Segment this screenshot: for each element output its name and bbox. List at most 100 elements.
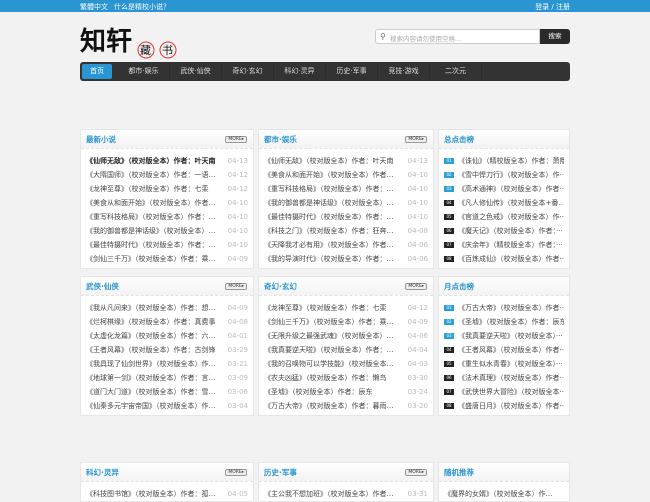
more-button[interactable]: MORE▸: [405, 136, 427, 143]
more-button[interactable]: MORE▸: [225, 283, 247, 290]
list-item[interactable]: 《仙师无敌》（校对版全本）作者：叶天南 04-13: [264, 154, 428, 168]
list-item[interactable]: 《剑仙三千万》（校对版全本）作者：乘风御剑 04-09: [264, 315, 428, 329]
book-link[interactable]: 《法术真理》（校对版全本）作者···: [458, 371, 564, 385]
list-item[interactable]: 《圣墟》（校对版全本）作者：辰东 03-24: [264, 385, 428, 399]
book-link[interactable]: 《大隋国师》（校对版全本）作者：一语破春风: [86, 168, 221, 182]
list-item[interactable]: 《烂柯棋缘》（校对版全本）作者：真费事 04-08: [86, 315, 248, 329]
list-item[interactable]: 《重写科技格局》（校对版全本）作者：江湖··· 04-10: [264, 182, 428, 196]
panel-title[interactable]: 随机推荐: [444, 467, 474, 478]
list-item[interactable]: 《剑仙三千万》（校对版全本）作者：乘风御剑 04-09: [86, 252, 248, 266]
list-item[interactable]: 08 《盛唐日月》（校对版全本）作者···: [444, 399, 564, 413]
more-button[interactable]: MORE▸: [225, 136, 247, 143]
book-link[interactable]: 《道门大门道》（校对版全本）作者：雪清欢: [86, 385, 221, 399]
book-link[interactable]: 《龙神至尊》（校对版全本）作者：七栾: [264, 301, 387, 315]
book-link[interactable]: 《圣墟》（校对版全本）作者：辰东: [458, 315, 564, 329]
list-item[interactable]: 02 《雪中悍刀行》（校对版全本）作···: [444, 168, 564, 182]
panel-title[interactable]: 历史·军事: [264, 467, 297, 478]
book-link[interactable]: 《重写科技格局》（校对版全本）作者：江湖···: [86, 210, 221, 224]
list-item[interactable]: 《仙师无敌》（校对版全本）作者：叶天南 04-13: [86, 154, 248, 168]
nav-acg[interactable]: 二次元: [430, 64, 482, 79]
book-link[interactable]: 《龙神至尊》（校对版全本）作者：七栾: [86, 182, 209, 196]
list-item[interactable]: 《农夫凶猛》（校对版全本）作者：懒鸟 03-30: [264, 371, 428, 385]
book-link[interactable]: 《烂柯棋缘》（校对版全本）作者：真费事: [86, 315, 216, 329]
list-item[interactable]: 06 《法术真理》（校对版全本）作者···: [444, 371, 564, 385]
book-link[interactable]: 《无限升级之最强武魂》（校对版全本）作者···: [264, 329, 399, 343]
list-item[interactable]: 《我的召唤物可以学技能》（校对版全本）作··· 04-03: [264, 357, 428, 371]
book-link[interactable]: 《我的召唤物可以学技能》（校对版全本）作···: [264, 357, 399, 371]
book-link[interactable]: 《仙秦多元宇宙帝国》（校对版全本）作者：···: [86, 399, 221, 413]
book-link[interactable]: 《我的御兽都是神话级》（校对版全本）作者···: [264, 196, 399, 210]
list-item[interactable]: 《道门大门道》（校对版全本）作者：雪清欢 03-06: [86, 385, 248, 399]
list-item[interactable]: 《我的御兽都是神话级》（校对版全本）作者··· 04-10: [86, 224, 248, 238]
book-link[interactable]: 《我具现了仙剑世界》（校对版全本）作者：···: [86, 357, 221, 371]
book-link[interactable]: 《王者风幕》（校对版全本）作者···: [458, 343, 564, 357]
list-item[interactable]: 《无限升级之最强武魂》（校对版全本）作者··· 04-06: [264, 329, 428, 343]
more-button[interactable]: MORE▸: [405, 283, 427, 290]
list-item[interactable]: 《仙秦多元宇宙帝国》（校对版全本）作者：··· 03-04: [86, 399, 248, 413]
book-link[interactable]: 《武侠世界大冒险》（校对版全本···: [458, 385, 564, 399]
book-link[interactable]: 《主公我不想加班》（校对版全本）作者：寅···: [264, 487, 399, 501]
list-item[interactable]: 《科技之门》（校对版全本）作者：狂奔的黑··· 04-08: [264, 224, 428, 238]
search-button[interactable]: 搜索: [540, 29, 570, 44]
list-item[interactable]: 07 《武侠世界大冒险》（校对版全本···: [444, 385, 564, 399]
book-link[interactable]: 《盛唐日月》（校对版全本）作者···: [458, 399, 564, 413]
list-item[interactable]: 《万古大帝》（校对版全本）作者：暮雨神天 03-20: [264, 399, 428, 413]
list-item[interactable]: 《王者风幕》（校对版全本）作者：古剑锋 03-29: [86, 343, 248, 357]
book-link[interactable]: 《地球第一剑》（校对版全本）作者：言归正传: [86, 371, 221, 385]
book-link[interactable]: 《天降我才必有用》（校对版全本）作者：石···: [264, 238, 399, 252]
list-item[interactable]: 04 《王者风幕》（校对版全本）作者···: [444, 343, 564, 357]
book-link[interactable]: 《我从凡间来》（校对版全本）作者：想见江南: [86, 301, 221, 315]
book-link[interactable]: 《剑仙三千万》（校对版全本）作者：乘风御剑: [86, 252, 221, 266]
nav-urban[interactable]: 都市·娱乐: [118, 64, 170, 79]
nav-home[interactable]: 首页: [82, 64, 112, 79]
list-item[interactable]: 02 《圣墟》（校对版全本）作者：辰东: [444, 315, 564, 329]
list-item[interactable]: 07 《庆余年》（精校版全本）作者：···: [444, 238, 564, 252]
list-item[interactable]: 《主公我不想加班》（校对版全本）作者：寅··· 03-31: [264, 487, 428, 501]
site-logo[interactable]: 知轩 藏 书: [80, 20, 180, 60]
book-link[interactable]: 《庆余年》（精校版全本）作者：···: [458, 238, 563, 252]
book-link[interactable]: 《仙师无敌》（校对版全本）作者：叶天南: [86, 154, 216, 168]
book-link[interactable]: 《太虚化龙篇》（校对版全本）作者：六月观主: [86, 329, 221, 343]
list-item[interactable]: 《最佳特摄时代》（校对版全本）作者：粉笔白 04-10: [264, 210, 428, 224]
book-link[interactable]: 《我真要逆天啦》（校对版全本）···: [458, 329, 563, 343]
list-item[interactable]: 《最佳特摄时代》（校对版全本）作者：粉笔白 04-10: [86, 238, 248, 252]
list-item[interactable]: 《大隋国师》（校对版全本）作者：一语破春风 04-12: [86, 168, 248, 182]
book-link[interactable]: 《科技之门》（校对版全本）作者：狂奔的黑···: [264, 224, 399, 238]
list-item[interactable]: 01 《万古大帝》（校对版全本）作者···: [444, 301, 564, 315]
list-item[interactable]: 06 《魔天记》（校对版全本）作者：···: [444, 224, 564, 238]
list-item[interactable]: 《美食从和面开始》（校对版全本）作者：糖··· 04-10: [264, 168, 428, 182]
book-link[interactable]: 《美食从和面开始》（校对版全本）作者：糖···: [86, 196, 221, 210]
search-input[interactable]: ⚲ 搜索内容请勿使用空格...: [375, 29, 540, 44]
book-link[interactable]: 《科技图书馆》（校对版全本）作者：孤独蚂蚁: [86, 487, 221, 501]
list-item[interactable]: 《我真要逆天啦》（校对版全本）作者：柳一条 04-04: [264, 343, 428, 357]
nav-wuxia[interactable]: 武侠·仙侠: [170, 64, 222, 79]
nav-scifi[interactable]: 科幻·灵异: [274, 64, 326, 79]
book-link[interactable]: 《我的御兽都是神话级》（校对版全本）作者···: [86, 224, 221, 238]
book-link[interactable]: 《最佳特摄时代》（校对版全本）作者：粉笔白: [264, 210, 399, 224]
more-button[interactable]: MORE▸: [405, 469, 427, 476]
list-item[interactable]: 《重写科技格局》（校对版全本）作者：江湖··· 04-10: [86, 210, 248, 224]
book-link[interactable]: 《百炼成仙》（校对版全本）作者···: [458, 252, 564, 266]
book-link[interactable]: 《凡人修仙传》（校对版全本+番外···: [458, 196, 564, 210]
book-link[interactable]: 《官道之色戒》（校对版全本）作···: [458, 210, 564, 224]
panel-title[interactable]: 武侠·仙侠: [86, 281, 119, 292]
list-item[interactable]: 01 《诛仙》（精校版全本）作者：萧鼎: [444, 154, 564, 168]
book-link[interactable]: 《剑仙三千万》（校对版全本）作者：乘风御剑: [264, 315, 399, 329]
panel-title[interactable]: 奇幻·玄幻: [264, 281, 297, 292]
list-item[interactable]: 《太虚化龙篇》（校对版全本）作者：六月观主 04-01: [86, 329, 248, 343]
list-item[interactable]: 《美食从和面开始》（校对版全本）作者：糖··· 04-10: [86, 196, 248, 210]
book-link[interactable]: 《最佳特摄时代》（校对版全本）作者：粉笔白: [86, 238, 221, 252]
book-link[interactable]: 《圣墟》（校对版全本）作者：辰东: [264, 385, 373, 399]
panel-title[interactable]: 最新小说: [86, 134, 116, 145]
list-item[interactable]: 《我的御兽都是神话级》（校对版全本）作者··· 04-10: [264, 196, 428, 210]
book-link[interactable]: 《魔界的女婿》（校对版全本）作者：···: [444, 487, 556, 501]
nav-history[interactable]: 历史·军事: [326, 64, 378, 79]
list-item[interactable]: 《科技图书馆》（校对版全本）作者：孤独蚂蚁 04-05: [86, 487, 248, 501]
list-item[interactable]: 03 《我真要逆天啦》（校对版全本）···: [444, 329, 564, 343]
traditional-chinese-link[interactable]: 繁體中文: [80, 3, 108, 11]
panel-title[interactable]: 科幻·灵异: [86, 467, 119, 478]
book-link[interactable]: 《我的导演时代》（校对版全本）作者：吃饭···: [264, 252, 399, 266]
nav-fantasy[interactable]: 奇幻·玄幻: [222, 64, 274, 79]
list-item[interactable]: 《天降我才必有用》（校对版全本）作者：石··· 04-06: [264, 238, 428, 252]
list-item[interactable]: 03 《高术通神》（校对版全本）作者···: [444, 182, 564, 196]
